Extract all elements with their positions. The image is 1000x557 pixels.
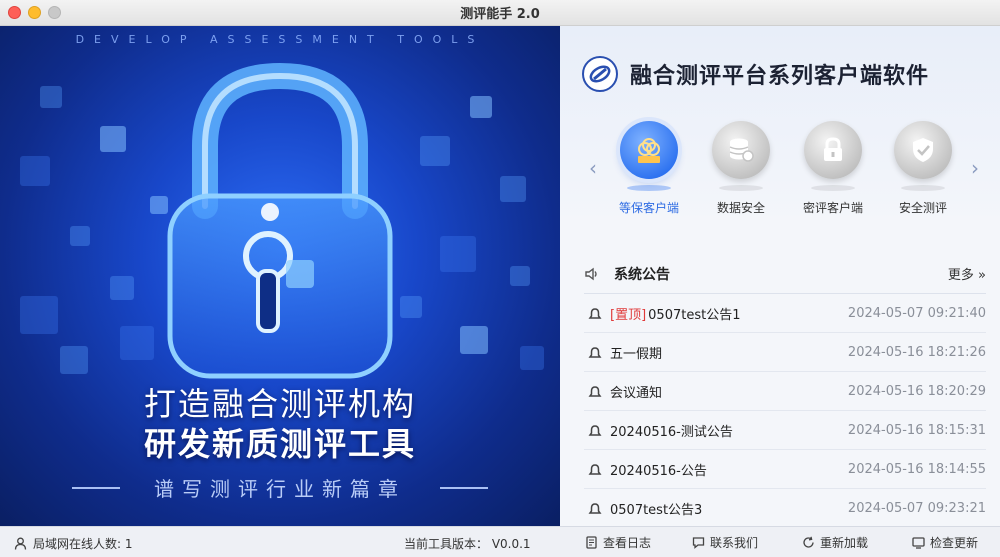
refresh-icon (803, 536, 814, 548)
notice-time: 2024-05-07 09:23:21 (847, 501, 986, 516)
carousel-item-shadow (627, 185, 671, 191)
notice-text: 20240516-公告 (610, 463, 707, 479)
client-panel: 融合测评平台系列客户端软件 ‹ 等保客户端 数据安全 密评客户端 安全测评 › … (560, 26, 1000, 526)
client-item-label: 密评客户端 (802, 201, 863, 215)
carousel-item-shadow (901, 185, 945, 191)
view-log-button[interactable]: 查看日志 (585, 534, 651, 551)
contact-us-button[interactable]: 联系我们 (692, 534, 758, 551)
reload-button[interactable]: 重新加载 (802, 534, 868, 551)
client-item-label: 等保客户端 (618, 201, 679, 215)
notice-more-link[interactable]: 更多 » (948, 264, 986, 283)
notice-item[interactable]: 0507test公告3 2024-05-07 09:23:21 (584, 489, 986, 528)
banner-headline-2: 研发新质测评工具 (143, 425, 416, 463)
notice-item[interactable]: 20240516-公告 2024-05-16 18:14:55 (584, 450, 986, 489)
pinned-tag: [置顶] (610, 307, 647, 323)
client-item-security-test[interactable]: 安全测评 (883, 121, 963, 216)
update-icon (912, 537, 925, 549)
notice-item[interactable]: [置顶] 0507test公告1 2024-05-07 09:21:40 (584, 294, 986, 333)
notice-text: 五一假期 (610, 346, 663, 362)
brand-header: 融合测评平台系列客户端软件 (582, 56, 929, 92)
notice-bell-icon (588, 463, 602, 475)
lock-icon (804, 121, 862, 179)
brand-title: 融合测评平台系列客户端软件 (630, 64, 930, 89)
notice-time: 2024-05-16 18:20:29 (847, 383, 986, 399)
brand-logo-icon (582, 56, 618, 92)
notice-time: 2024-05-16 18:21:26 (847, 344, 986, 360)
contact-us-label: 联系我们 (710, 536, 759, 550)
promo-banner: DEVELOP ASSESSMENT TOOLS 打造融合测评机构 研发新质测评… (0, 26, 560, 526)
notice-bell-icon (588, 346, 602, 358)
maximize-window-button[interactable] (48, 6, 61, 19)
speaker-icon (585, 267, 597, 280)
notice-item[interactable]: 20240516-测试公告 2024-05-16 18:15:31 (584, 411, 986, 450)
online-count: 局域网在线人数: 1 (14, 535, 133, 552)
database-icon (712, 121, 770, 179)
minimize-window-button[interactable] (28, 6, 41, 19)
carousel-next-icon[interactable]: › (966, 157, 984, 179)
log-icon (586, 536, 597, 549)
notice-bell-icon (588, 424, 602, 436)
check-update-button[interactable]: 检查更新 (912, 534, 978, 551)
carousel-item-shadow (811, 185, 855, 191)
notice-title: 系统公告 (614, 266, 670, 283)
notice-text: 会议通知 (610, 385, 663, 401)
client-item-djcp[interactable]: 等保客户端 (609, 121, 689, 216)
notice-bell-icon (588, 307, 602, 319)
view-log-label: 查看日志 (603, 536, 652, 550)
notice-time: 2024-05-07 09:21:40 (847, 305, 986, 321)
notice-header: 系统公告 更多 » (584, 254, 986, 294)
client-item-label: 安全测评 (898, 201, 947, 215)
notice-bell-icon (588, 385, 602, 397)
reload-label: 重新加载 (820, 536, 869, 550)
chat-icon (692, 537, 705, 549)
notice-text: 0507test公告1 (648, 307, 741, 323)
notice-text: 20240516-测试公告 (610, 424, 733, 440)
client-item-data-security[interactable]: 数据安全 (701, 121, 781, 216)
close-window-button[interactable] (8, 6, 21, 19)
title-bar: 测评能手 2.0 (0, 0, 1000, 26)
carousel-prev-icon[interactable]: ‹ (584, 157, 602, 179)
carousel-item-shadow (719, 185, 763, 191)
status-bar: 局域网在线人数: 1 当前工具版本： V0.0.1 查看日志 联系我们 重新加载… (0, 526, 1000, 557)
client-item-label: 数据安全 (716, 201, 765, 215)
notice-text: 0507test公告3 (610, 503, 703, 518)
shield-icon (894, 121, 952, 179)
notice-list: [置顶] 0507test公告1 2024-05-07 09:21:40 五一假期… (584, 294, 986, 528)
online-count-text: 局域网在线人数: 1 (33, 537, 133, 551)
notice-bell-icon (588, 503, 602, 514)
tool-version: 当前工具版本： V0.0.1 (404, 537, 531, 551)
client-carousel: ‹ 等保客户端 数据安全 密评客户端 安全测评 › (560, 121, 1000, 231)
notice-panel: 系统公告 更多 » [置顶] 0507test公告1 2024-05-07 09:… (584, 254, 986, 526)
window-title: 测评能手 2.0 (460, 7, 540, 22)
client-item-mp[interactable]: 密评客户端 (793, 121, 873, 216)
check-update-label: 检查更新 (930, 536, 979, 550)
notice-time: 2024-05-16 18:14:55 (847, 461, 986, 477)
window-controls (8, 6, 61, 19)
djcp-icon (620, 121, 678, 179)
notice-time: 2024-05-16 18:15:31 (847, 422, 986, 438)
notice-item[interactable]: 会议通知 2024-05-16 18:20:29 (584, 372, 986, 411)
banner-divider (440, 487, 488, 489)
user-icon (14, 537, 27, 550)
notice-item[interactable]: 五一假期 2024-05-16 18:21:26 (584, 333, 986, 372)
